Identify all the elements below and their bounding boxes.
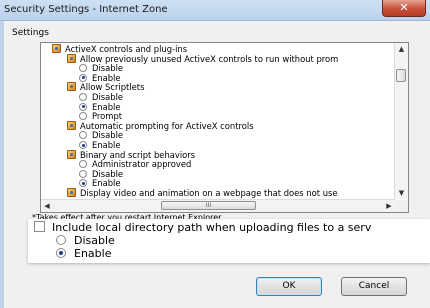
settings-tree[interactable]: ActiveX controls and plug-ins Allow previ… [40, 42, 409, 213]
tree-item-label: Enable [92, 178, 121, 189]
horizontal-scroll-thumb[interactable]: III [161, 201, 256, 210]
scrollbar-corner [395, 200, 408, 212]
vertical-scroll-thumb[interactable] [396, 69, 406, 82]
tree-item-label: Prompt [92, 111, 123, 122]
local-path-option-disable[interactable]: Disable [56, 234, 115, 248]
tree-group-item: Display video and animation on a webpage… [67, 188, 338, 199]
vertical-scrollbar[interactable]: ▲ ▼ [394, 43, 408, 199]
scroll-down-arrow-icon[interactable]: ▼ [395, 187, 408, 199]
option-radio[interactable] [79, 112, 87, 121]
tree-item-label: Display video and animation on a webpage… [80, 188, 338, 198]
close-icon: ✕ [399, 1, 409, 14]
tree-item-label: Automatic prompting for ActiveX controls [80, 120, 254, 131]
tree-item-label: Disable [92, 92, 124, 102]
horizontal-scrollbar[interactable]: ◀ III ▶ [41, 199, 395, 212]
option-radio[interactable] [79, 160, 87, 169]
tree-item-label: Binary and script behaviors [80, 149, 196, 160]
local-path-checkbox[interactable] [34, 221, 45, 232]
setting-group-icon [67, 120, 76, 130]
tree-item-label: Enable [92, 140, 121, 150]
option-radio[interactable] [79, 169, 87, 178]
option-radio[interactable] [79, 102, 87, 111]
cancel-button[interactable]: Cancel [341, 277, 407, 296]
disable-label: Disable [74, 234, 115, 247]
scroll-up-arrow-icon[interactable]: ▲ [395, 43, 408, 55]
ok-button[interactable]: OK [256, 277, 322, 296]
window-frame-edge [0, 21, 4, 308]
local-path-label: Include local directory path when upload… [52, 221, 372, 234]
close-button[interactable]: ✕ [382, 0, 426, 17]
option-radio[interactable] [79, 141, 87, 149]
tree-item-label: Administrator approved [92, 159, 192, 170]
option-radio[interactable] [79, 64, 87, 73]
title-bar: Security Settings - Internet Zone ✕ [0, 0, 430, 21]
tree-item-label: Disable [92, 63, 124, 74]
tree-item-label: ActiveX controls and plug-ins [65, 44, 188, 54]
local-path-option-enable[interactable]: Enable [56, 247, 111, 261]
disable-radio[interactable] [56, 235, 66, 245]
setting-group-icon [67, 188, 76, 197]
scroll-left-arrow-icon[interactable]: ◀ [41, 200, 53, 212]
tree-item-label: Enable [92, 101, 121, 112]
option-radio[interactable] [79, 179, 87, 188]
setting-group-icon [52, 44, 61, 53]
settings-group-label: Settings [12, 28, 49, 38]
tree-item-label: Allow previously unused ActiveX controls… [80, 53, 339, 64]
tree-item-label: Disable [92, 168, 124, 179]
option-radio[interactable] [79, 73, 87, 82]
local-path-setting[interactable]: Include local directory path when upload… [34, 221, 371, 235]
setting-group-icon [67, 149, 76, 159]
setting-group-icon [67, 53, 76, 63]
zoomed-setting-panel: Include local directory path when upload… [28, 219, 430, 263]
enable-radio[interactable] [56, 248, 66, 258]
scroll-right-arrow-icon[interactable]: ▶ [383, 200, 395, 212]
option-radio[interactable] [79, 131, 87, 140]
tree-item-label: Enable [92, 72, 121, 83]
window-title: Security Settings - Internet Zone [4, 4, 168, 15]
setting-group-icon [67, 82, 76, 92]
option-radio[interactable] [79, 93, 87, 101]
tree-item-label: Allow Scriptlets [80, 82, 145, 93]
tree-item-label: Disable [92, 130, 124, 141]
enable-label: Enable [74, 247, 112, 260]
